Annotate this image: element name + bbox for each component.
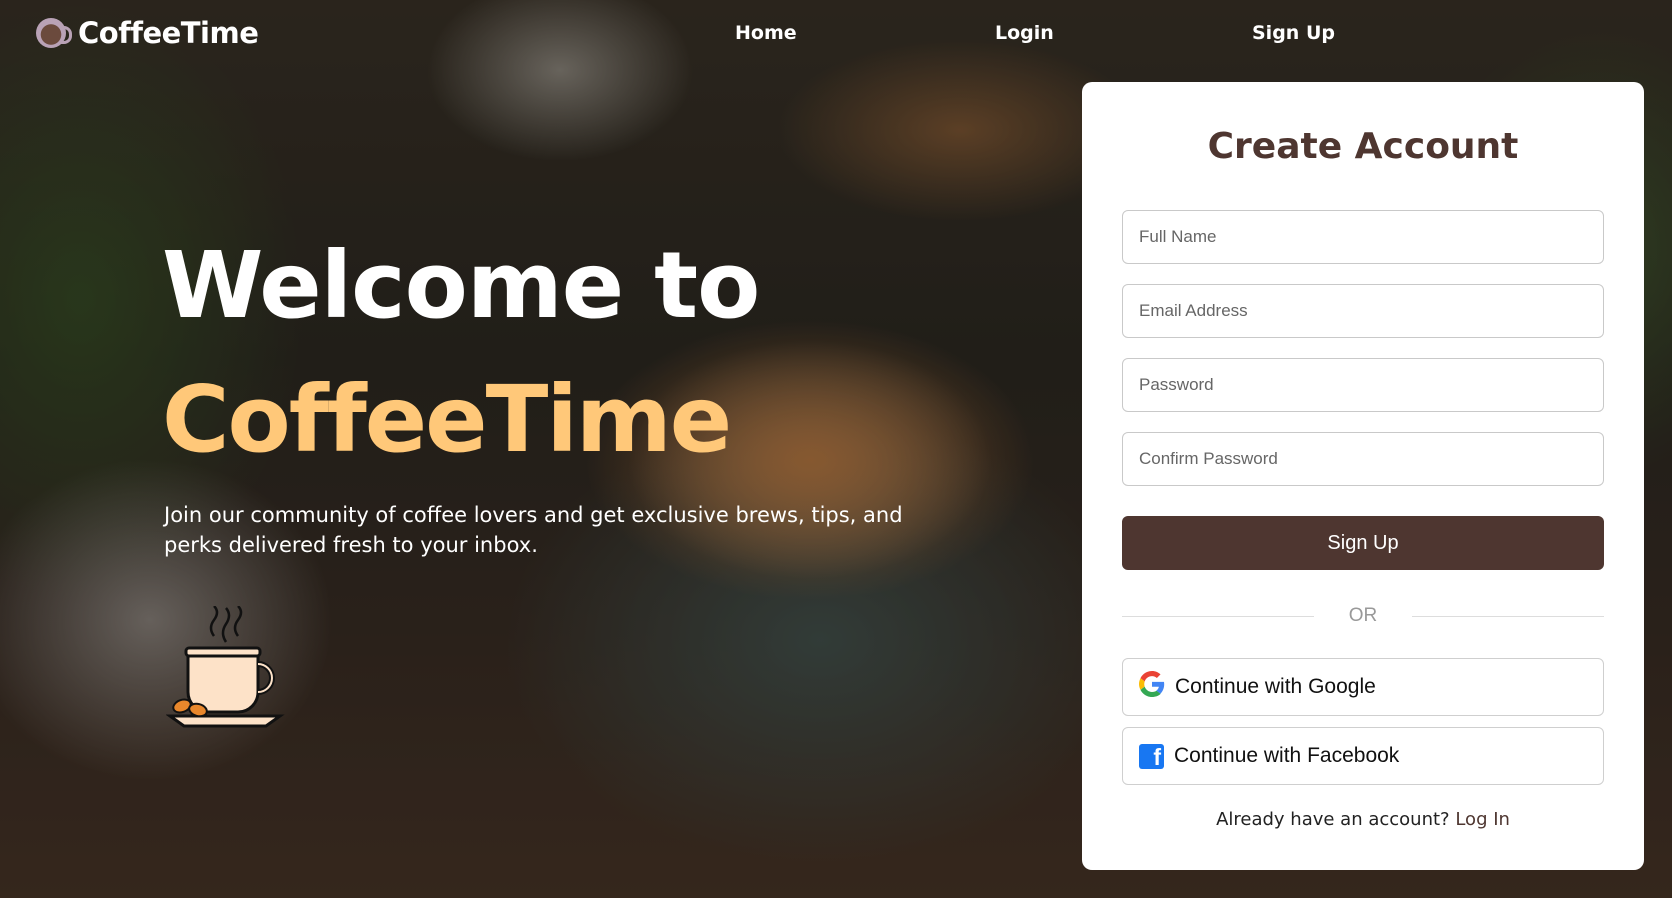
hero-heading-line1: Welcome to (162, 232, 760, 339)
google-signin-label: Continue with Google (1175, 675, 1376, 698)
facebook-icon: f (1139, 743, 1164, 769)
login-link[interactable]: Log In (1455, 809, 1510, 830)
or-divider: OR (1122, 605, 1604, 627)
email-input[interactable] (1122, 284, 1604, 338)
facebook-signin-button[interactable]: f Continue with Facebook (1122, 727, 1604, 785)
steaming-coffee-cup-icon (165, 605, 286, 740)
full-name-input[interactable] (1122, 210, 1604, 264)
nav-login-link[interactable]: Login (995, 22, 1054, 44)
password-input[interactable] (1122, 358, 1604, 412)
sign-up-button[interactable]: Sign Up (1122, 516, 1604, 570)
nav-signup-link[interactable]: Sign Up (1252, 22, 1335, 44)
google-signin-button[interactable]: Continue with Google (1122, 658, 1604, 716)
login-prompt: Already have an account? Log In (1082, 809, 1644, 830)
brand[interactable]: CoffeeTime (36, 16, 259, 50)
coffee-cup-icon (36, 18, 72, 48)
confirm-password-input[interactable] (1122, 432, 1604, 486)
google-icon (1139, 671, 1165, 703)
brand-name: CoffeeTime (78, 16, 259, 50)
divider-line (1412, 616, 1604, 617)
card-title: Create Account (1207, 126, 1519, 167)
signup-card: Create Account Sign Up OR Continue with … (1082, 82, 1644, 870)
hero-subtitle: Join our community of coffee lovers and … (164, 503, 903, 557)
facebook-signin-label: Continue with Facebook (1174, 744, 1400, 767)
nav-home-link[interactable]: Home (735, 22, 797, 44)
login-prompt-text: Already have an account? (1216, 809, 1450, 830)
hero-heading-line2: CoffeeTime (162, 366, 732, 473)
